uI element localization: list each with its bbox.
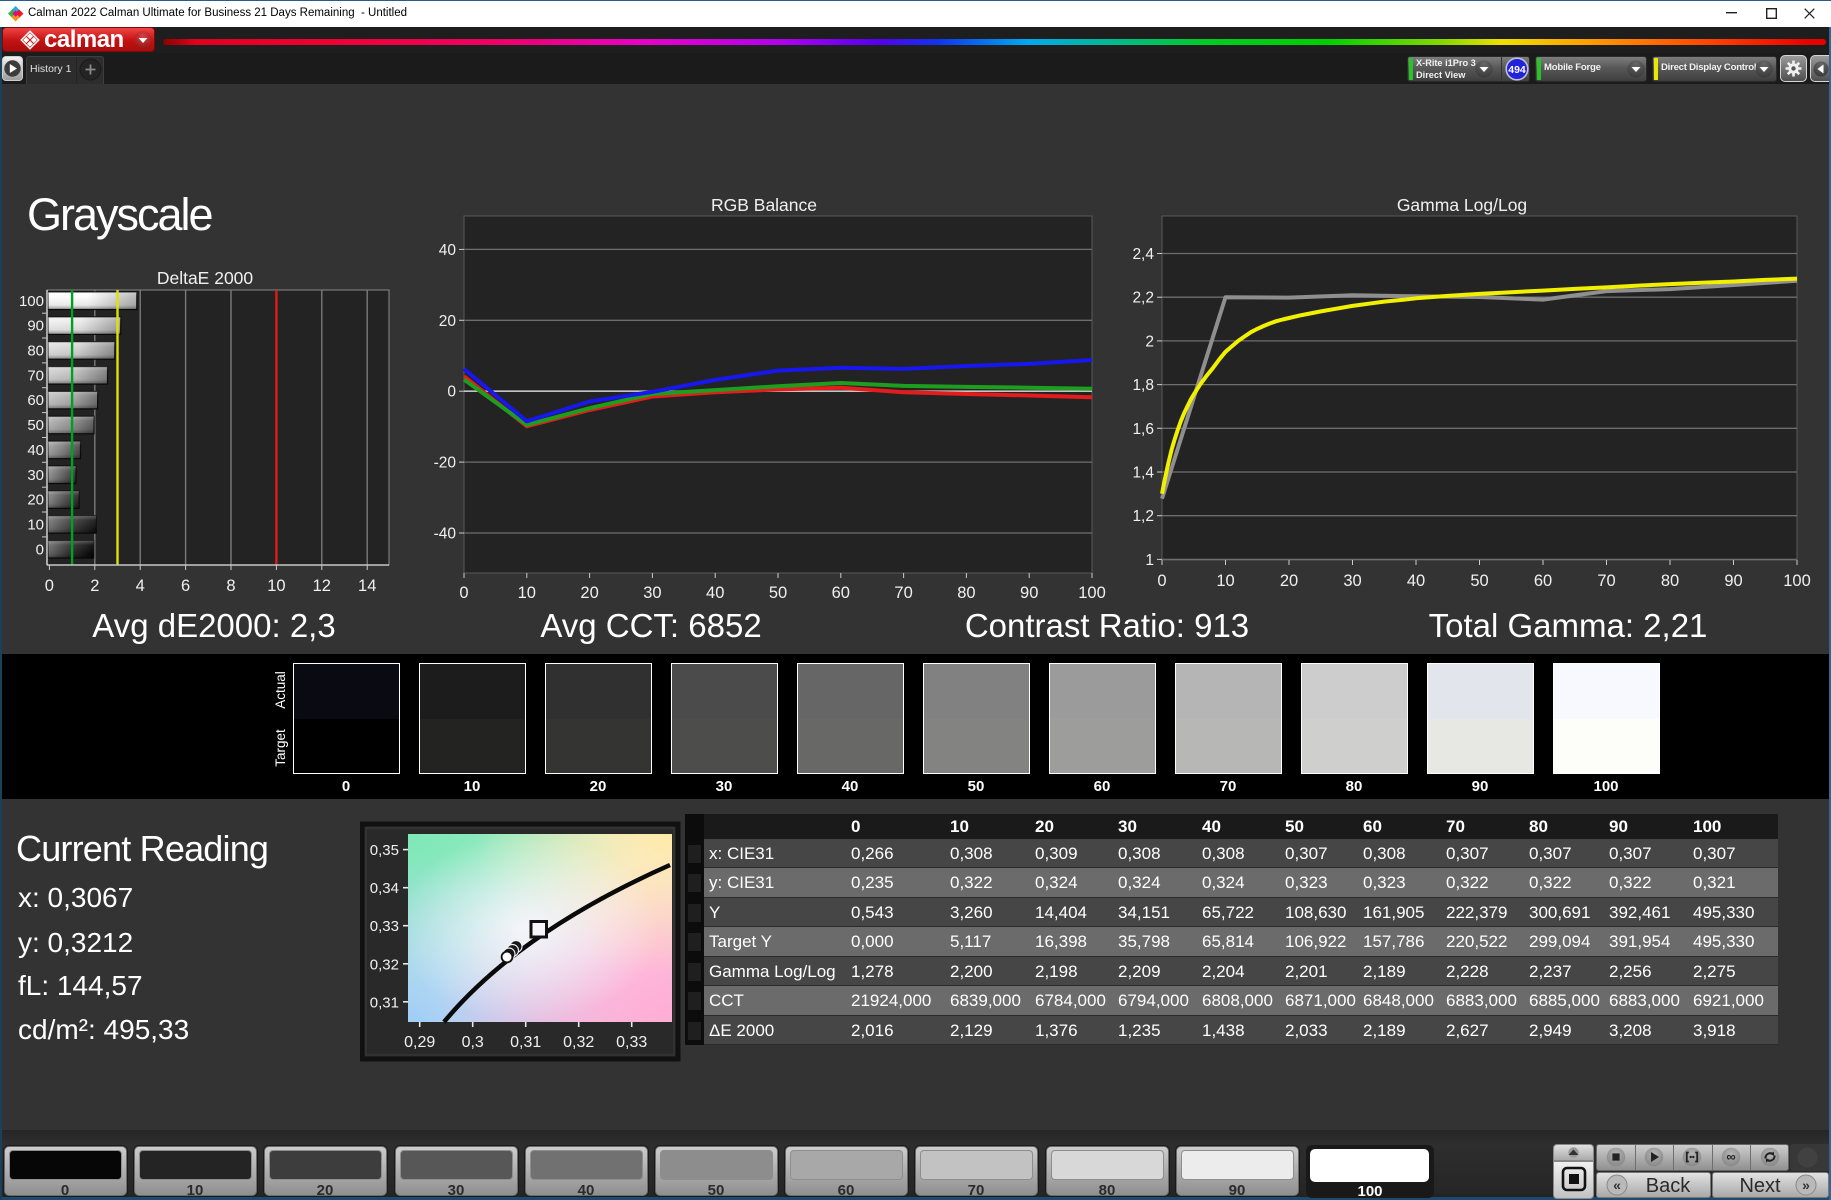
svg-text:0: 0: [1157, 572, 1166, 590]
svg-text:70: 70: [1597, 572, 1615, 590]
svg-text:100: 100: [1783, 572, 1811, 590]
svg-text:1,8: 1,8: [1132, 377, 1154, 394]
svg-text:20: 20: [439, 313, 457, 330]
svg-text:2: 2: [90, 577, 99, 595]
svg-text:6: 6: [181, 577, 190, 595]
svg-text:30: 30: [643, 584, 661, 602]
svg-text:494: 494: [1508, 64, 1526, 76]
svg-text:10: 10: [267, 577, 285, 595]
svg-text:0,33: 0,33: [616, 1034, 647, 1051]
svg-text:Gamma Log/Log: Gamma Log/Log: [1397, 195, 1527, 215]
svg-text:Actual: Actual: [273, 671, 288, 709]
svg-text:DeltaE 2000: DeltaE 2000: [157, 268, 254, 288]
svg-text:∞: ∞: [1726, 1149, 1735, 1164]
svg-text:»: »: [1802, 1177, 1810, 1193]
svg-text:90: 90: [1724, 572, 1742, 590]
svg-text:90: 90: [1020, 584, 1038, 602]
svg-text:80: 80: [1661, 572, 1679, 590]
svg-text:10: 10: [27, 517, 44, 534]
svg-text:-20: -20: [434, 455, 457, 472]
svg-text:2,4: 2,4: [1132, 246, 1154, 263]
svg-text:RGB Balance: RGB Balance: [711, 195, 817, 215]
svg-text:1,6: 1,6: [1132, 421, 1154, 438]
svg-text:14: 14: [358, 577, 376, 595]
svg-text:40: 40: [439, 242, 457, 259]
svg-text:50: 50: [1470, 572, 1488, 590]
svg-text:80: 80: [957, 584, 975, 602]
svg-text:10: 10: [518, 584, 536, 602]
svg-text:2: 2: [1145, 333, 1154, 350]
svg-text:70: 70: [27, 367, 44, 384]
svg-text:12: 12: [313, 577, 331, 595]
svg-text:20: 20: [27, 492, 44, 509]
svg-text:100: 100: [1078, 584, 1106, 602]
svg-text:60: 60: [27, 392, 44, 409]
svg-text:90: 90: [27, 318, 44, 335]
svg-text:4: 4: [136, 577, 145, 595]
svg-text:0,32: 0,32: [370, 956, 399, 973]
svg-text:10: 10: [1216, 572, 1234, 590]
svg-text:0,31: 0,31: [510, 1034, 541, 1051]
svg-text:20: 20: [1280, 572, 1298, 590]
svg-text:40: 40: [706, 584, 724, 602]
svg-text:60: 60: [832, 584, 850, 602]
svg-text:1,2: 1,2: [1132, 508, 1154, 525]
svg-text:100: 100: [19, 293, 44, 310]
svg-text:8: 8: [226, 577, 235, 595]
svg-text:1,4: 1,4: [1132, 465, 1154, 482]
svg-text:0,34: 0,34: [370, 880, 399, 897]
svg-text:1: 1: [1145, 552, 1154, 569]
svg-text:0: 0: [459, 584, 468, 602]
svg-text:0: 0: [45, 577, 54, 595]
svg-text:40: 40: [27, 442, 44, 459]
svg-text:70: 70: [894, 584, 912, 602]
svg-text:20: 20: [580, 584, 598, 602]
svg-text:2,2: 2,2: [1132, 290, 1154, 307]
svg-text:30: 30: [27, 467, 44, 484]
svg-text:60: 60: [1534, 572, 1552, 590]
svg-text:0,3: 0,3: [462, 1034, 484, 1051]
svg-text:0: 0: [447, 384, 456, 401]
svg-text:40: 40: [1407, 572, 1425, 590]
svg-text:-40: -40: [434, 526, 457, 543]
svg-text:50: 50: [769, 584, 787, 602]
svg-text:30: 30: [1343, 572, 1361, 590]
svg-text:0: 0: [36, 541, 44, 558]
svg-text:0,29: 0,29: [404, 1034, 435, 1051]
svg-text:80: 80: [27, 343, 44, 360]
svg-text:Target: Target: [273, 729, 288, 767]
svg-text:0,32: 0,32: [563, 1034, 594, 1051]
svg-text:«: «: [1613, 1177, 1621, 1193]
svg-text:0,35: 0,35: [370, 842, 399, 859]
svg-text:50: 50: [27, 417, 44, 434]
svg-text:0,31: 0,31: [370, 994, 399, 1011]
svg-text:0,33: 0,33: [370, 918, 399, 935]
